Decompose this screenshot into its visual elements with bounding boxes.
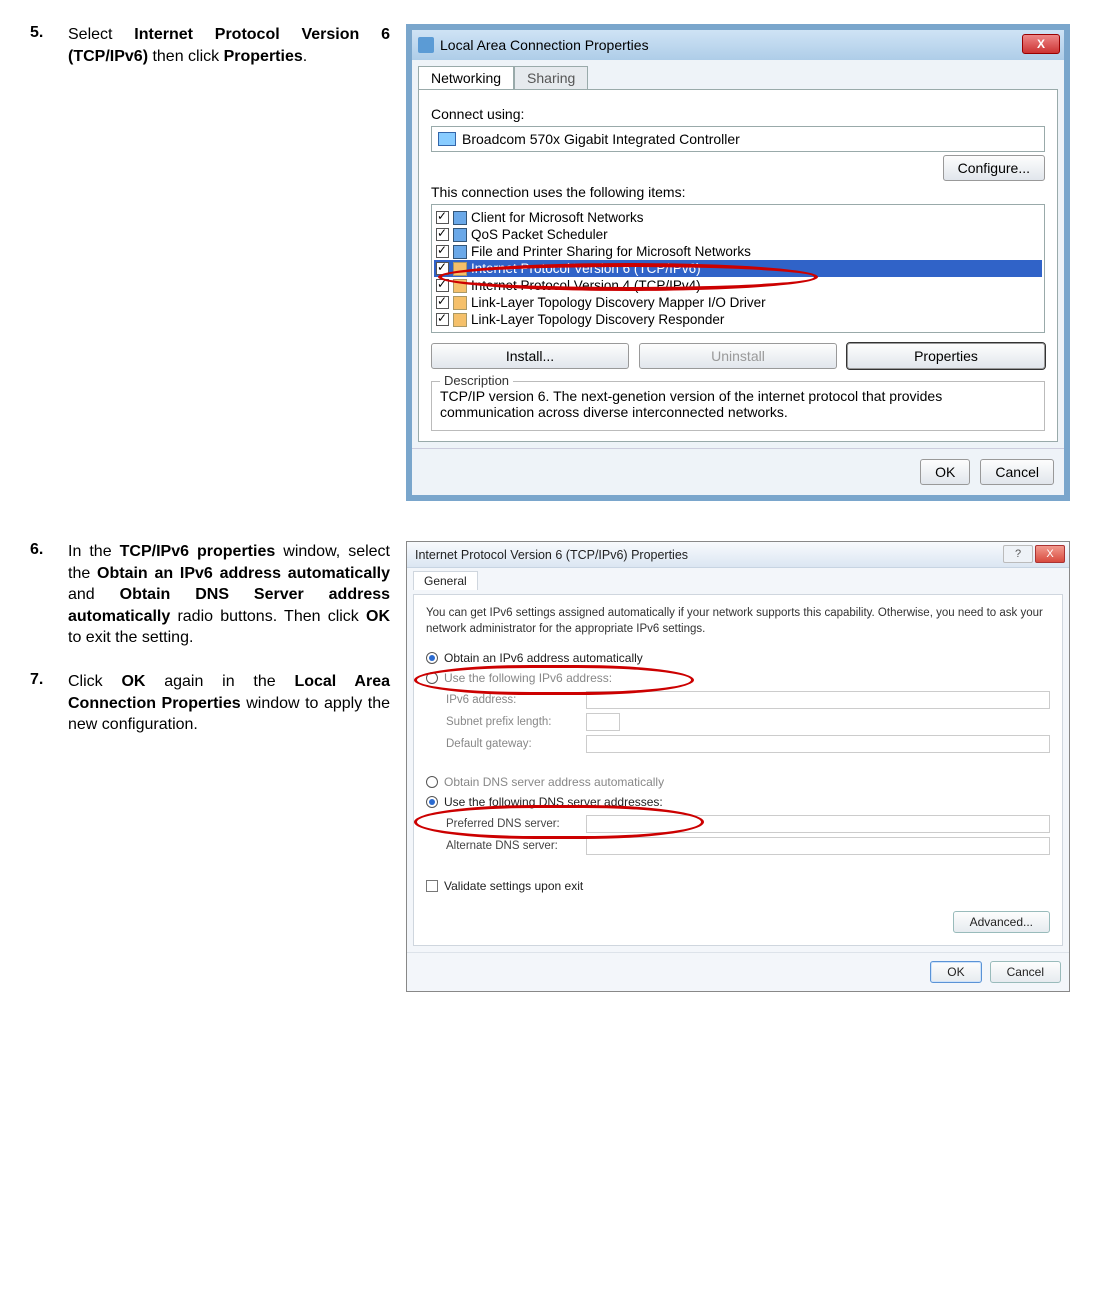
connect-using-label: Connect using:	[431, 106, 1045, 122]
radio-icon[interactable]	[426, 652, 438, 664]
list-item[interactable]: Internet Protocol Version 4 (TCP/IPv4)	[434, 277, 1042, 294]
tab-networking[interactable]: Networking	[418, 66, 514, 89]
step-5-text: Select Internet Protocol Version 6 (TCP/…	[68, 24, 390, 67]
description-text: TCP/IP version 6. The next-genetion vers…	[440, 388, 1036, 420]
checkbox-icon[interactable]	[436, 313, 449, 326]
radio-use-dns[interactable]: Use the following DNS server addresses:	[426, 795, 1050, 809]
checkbox-icon[interactable]	[436, 228, 449, 241]
tab-general[interactable]: General	[413, 571, 478, 590]
ipv6-properties-dialog: Internet Protocol Version 6 (TCP/IPv6) P…	[406, 541, 1070, 992]
component-icon	[453, 313, 467, 327]
radio-icon[interactable]	[426, 672, 438, 684]
components-list[interactable]: Client for Microsoft Networks QoS Packet…	[431, 204, 1045, 333]
description-group: Description TCP/IP version 6. The next-g…	[431, 381, 1045, 431]
component-icon	[453, 279, 467, 293]
cancel-button[interactable]: Cancel	[980, 459, 1054, 485]
adapter-name: Broadcom 570x Gigabit Integrated Control…	[462, 131, 740, 147]
validate-checkbox[interactable]: Validate settings upon exit	[426, 879, 1050, 893]
checkbox-icon[interactable]	[436, 279, 449, 292]
window-icon	[418, 37, 434, 53]
checkbox-icon[interactable]	[436, 296, 449, 309]
list-item[interactable]: Link-Layer Topology Discovery Mapper I/O…	[434, 294, 1042, 311]
step-5-number: 5.	[30, 24, 54, 67]
info-text: You can get IPv6 settings assigned autom…	[426, 605, 1050, 637]
tab-sharing[interactable]: Sharing	[514, 66, 588, 89]
component-icon	[453, 296, 467, 310]
properties-button[interactable]: Properties	[847, 343, 1045, 369]
component-icon	[453, 228, 467, 242]
component-icon	[453, 211, 467, 225]
radio-obtain-ip-auto[interactable]: Obtain an IPv6 address automatically	[426, 651, 1050, 665]
lan-properties-dialog: Local Area Connection Properties X Netwo…	[406, 24, 1070, 501]
default-gateway-field: Default gateway:	[446, 735, 1050, 753]
radio-use-ip[interactable]: Use the following IPv6 address:	[426, 671, 1050, 685]
titlebar[interactable]: Local Area Connection Properties X	[412, 30, 1064, 60]
preferred-dns-field[interactable]: Preferred DNS server:	[446, 815, 1050, 833]
ok-button[interactable]: OK	[930, 961, 981, 983]
uninstall-button[interactable]: Uninstall	[639, 343, 837, 369]
titlebar[interactable]: Internet Protocol Version 6 (TCP/IPv6) P…	[407, 542, 1069, 568]
step-7-number: 7.	[30, 671, 54, 736]
items-label: This connection uses the following items…	[431, 184, 1045, 200]
window-title: Internet Protocol Version 6 (TCP/IPv6) P…	[415, 548, 688, 562]
help-button[interactable]: ?	[1003, 545, 1033, 563]
list-item[interactable]: Link-Layer Topology Discovery Responder	[434, 311, 1042, 328]
advanced-button[interactable]: Advanced...	[953, 911, 1050, 933]
checkbox-icon[interactable]	[436, 245, 449, 258]
list-item[interactable]: Client for Microsoft Networks	[434, 209, 1042, 226]
list-item[interactable]: QoS Packet Scheduler	[434, 226, 1042, 243]
alternate-dns-field[interactable]: Alternate DNS server:	[446, 837, 1050, 855]
window-title: Local Area Connection Properties	[440, 37, 649, 53]
step-7-text: Click OK again in the Local Area Connect…	[68, 671, 390, 736]
close-button[interactable]: X	[1035, 545, 1065, 563]
ipv6-address-field: IPv6 address:	[446, 691, 1050, 709]
radio-icon[interactable]	[426, 776, 438, 788]
adapter-dropdown[interactable]: Broadcom 570x Gigabit Integrated Control…	[431, 126, 1045, 152]
radio-obtain-dns-auto[interactable]: Obtain DNS server address automatically	[426, 775, 1050, 789]
list-item-selected[interactable]: Internet Protocol Version 6 (TCP/IPv6)	[434, 260, 1042, 277]
component-icon	[453, 245, 467, 259]
install-button[interactable]: Install...	[431, 343, 629, 369]
component-icon	[453, 262, 467, 276]
ok-button[interactable]: OK	[920, 459, 970, 485]
step-6-number: 6.	[30, 541, 54, 649]
prefix-length-field: Subnet prefix length:	[446, 713, 1050, 731]
close-button[interactable]: X	[1022, 34, 1060, 54]
checkbox-icon[interactable]	[436, 262, 449, 275]
description-label: Description	[440, 373, 513, 388]
list-item[interactable]: File and Printer Sharing for Microsoft N…	[434, 243, 1042, 260]
checkbox-icon[interactable]	[436, 211, 449, 224]
step-6-text: In the TCP/IPv6 properties window, selec…	[68, 541, 390, 649]
cancel-button[interactable]: Cancel	[990, 961, 1061, 983]
configure-button[interactable]: Configure...	[943, 155, 1045, 181]
adapter-icon	[438, 132, 456, 146]
radio-icon[interactable]	[426, 796, 438, 808]
checkbox-icon[interactable]	[426, 880, 438, 892]
